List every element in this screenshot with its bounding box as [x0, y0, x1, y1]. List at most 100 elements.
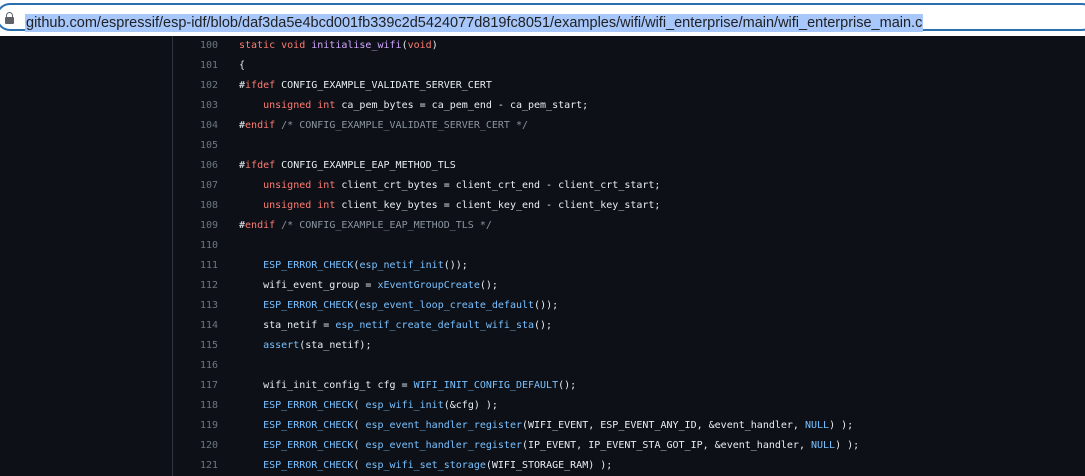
file-tree-panel: [0, 36, 173, 476]
line-number[interactable]: 121: [173, 456, 218, 476]
code-token: (: [353, 440, 366, 451]
code-token: ca_pem_bytes = ca_pem_end - ca_pem_start…: [335, 100, 589, 111]
code-token: wifi_init_config_t cfg =: [239, 380, 414, 391]
line-number[interactable]: 104: [173, 116, 218, 136]
code-token: ifdef: [245, 160, 276, 171]
code-token: WIFI_INIT_CONFIG_DEFAULT: [413, 380, 559, 391]
code-line: 101 {: [173, 56, 245, 76]
code-line: 118 ESP_ERROR_CHECK( esp_wifi_init(&cfg)…: [173, 396, 498, 416]
code-line: 107 unsigned int client_crt_bytes = clie…: [173, 176, 661, 196]
code-token: client_crt_bytes = client_crt_end - clie…: [335, 180, 661, 191]
code-token: (: [353, 400, 366, 411]
code-line: 121 ESP_ERROR_CHECK( esp_wifi_set_storag…: [173, 456, 612, 476]
line-number[interactable]: 102: [173, 76, 218, 96]
line-number[interactable]: 109: [173, 216, 218, 236]
line-number[interactable]: 111: [173, 256, 218, 276]
line-number[interactable]: 100: [173, 36, 218, 56]
code-token: ();: [479, 280, 498, 291]
code-text: ESP_ERROR_CHECK( esp_event_handler_regis…: [239, 416, 853, 436]
code-token: ();: [534, 320, 553, 331]
url-field[interactable]: github.com/espressif/esp-idf/blob/daf3da…: [0, 3, 1085, 32]
code-line: 115 assert(sta_netif);: [173, 336, 372, 356]
code-text: assert(sta_netif);: [239, 336, 371, 356]
code-token: wifi_event_group =: [239, 280, 378, 291]
code-text: ESP_ERROR_CHECK(esp_netif_init());: [239, 256, 468, 276]
code-token: ESP_ERROR_CHECK: [263, 440, 354, 451]
code-token: esp_netif_create_default_wifi_sta: [335, 320, 535, 331]
code-line: 104 #endif /* CONFIG_EXAMPLE_VALIDATE_SER…: [173, 116, 528, 136]
code-text: {: [239, 56, 245, 76]
code-token: ();: [558, 380, 577, 391]
line-number[interactable]: 107: [173, 176, 218, 196]
line-number[interactable]: 119: [173, 416, 218, 436]
code-token: esp_event_handler_register: [365, 420, 522, 431]
code-token: ): [431, 40, 438, 51]
code-token: (&cfg) );: [443, 400, 498, 411]
code-line: 108 unsigned int client_key_bytes = clie…: [173, 196, 661, 216]
line-number[interactable]: 110: [173, 236, 218, 256]
lock-icon[interactable]: [5, 12, 14, 24]
code-token: void: [407, 40, 432, 51]
code-text: ESP_ERROR_CHECK(esp_event_loop_create_de…: [239, 296, 558, 316]
code-token: {: [239, 60, 246, 71]
code-token: (WIFI_STORAGE_RAM) );: [485, 460, 613, 471]
line-number[interactable]: 106: [173, 156, 218, 176]
code-token: unsigned int: [263, 200, 336, 211]
line-number[interactable]: 103: [173, 96, 218, 116]
line-number[interactable]: 112: [173, 276, 218, 296]
code-token: ());: [443, 260, 468, 271]
code-token: unsigned int: [263, 180, 336, 191]
code-token: (IP_EVENT, IP_EVENT_STA_GOT_IP, &event_h…: [522, 440, 811, 451]
line-number[interactable]: 120: [173, 436, 218, 456]
code-text: #endif /* CONFIG_EXAMPLE_EAP_METHOD_TLS …: [239, 216, 492, 236]
code-token: (sta_netif);: [299, 340, 372, 351]
code-token: client_key_bytes = client_key_end - clie…: [335, 200, 661, 211]
code-line: 116: [173, 356, 218, 376]
code-token: CONFIG_EXAMPLE_VALIDATE_SERVER_CERT: [275, 80, 492, 91]
code-text: unsigned int client_crt_bytes = client_c…: [239, 176, 660, 196]
code-line: 105: [173, 136, 218, 156]
code-token: esp_event_handler_register: [365, 440, 522, 451]
line-number[interactable]: 108: [173, 196, 218, 216]
line-number[interactable]: 114: [173, 316, 218, 336]
code-text: #endif /* CONFIG_EXAMPLE_VALIDATE_SERVER…: [239, 116, 528, 136]
code-token: (WIFI_EVENT, ESP_EVENT_ANY_ID, &event_ha…: [522, 420, 805, 431]
line-number[interactable]: 117: [173, 376, 218, 396]
code-text: ESP_ERROR_CHECK( esp_wifi_set_storage(WI…: [239, 456, 612, 476]
code-token: static void: [239, 40, 312, 51]
code-line: 109 #endif /* CONFIG_EXAMPLE_EAP_METHOD_T…: [173, 216, 492, 236]
line-number[interactable]: 101: [173, 56, 218, 76]
code-token: esp_netif_init: [359, 260, 444, 271]
url-text[interactable]: github.com/espressif/esp-idf/blob/daf3da…: [25, 14, 924, 32]
code-line: 117 wifi_init_config_t cfg = WIFI_INIT_C…: [173, 376, 576, 396]
code-token: NULL: [810, 440, 836, 451]
code-token: ) );: [835, 440, 860, 451]
code-token: esp_wifi_set_storage: [365, 460, 486, 471]
code-text: static void initialise_wifi(void): [239, 36, 438, 56]
line-number[interactable]: 116: [173, 356, 218, 376]
code-token: /* CONFIG_EXAMPLE_VALIDATE_SERVER_CERT *…: [275, 120, 529, 131]
line-number[interactable]: 105: [173, 136, 218, 156]
code-text: sta_netif = esp_netif_create_default_wif…: [239, 316, 552, 336]
code-text: #ifdef CONFIG_EXAMPLE_EAP_METHOD_TLS: [239, 156, 456, 176]
code-token: ESP_ERROR_CHECK: [263, 300, 354, 311]
line-number[interactable]: 113: [173, 296, 218, 316]
code-line: 110: [173, 236, 218, 256]
code-token: ESP_ERROR_CHECK: [263, 420, 354, 431]
code-token: endif: [245, 120, 276, 131]
code-token: ifdef: [245, 80, 276, 91]
line-number[interactable]: 115: [173, 336, 218, 356]
code-line: 114 sta_netif = esp_netif_create_default…: [173, 316, 552, 336]
code-token: initialise_wifi: [311, 40, 402, 51]
code-token: ESP_ERROR_CHECK: [263, 460, 354, 471]
line-number[interactable]: 118: [173, 396, 218, 416]
code-text: ESP_ERROR_CHECK( esp_event_handler_regis…: [239, 436, 859, 456]
code-line: 102 #ifdef CONFIG_EXAMPLE_VALIDATE_SERVER…: [173, 76, 492, 96]
